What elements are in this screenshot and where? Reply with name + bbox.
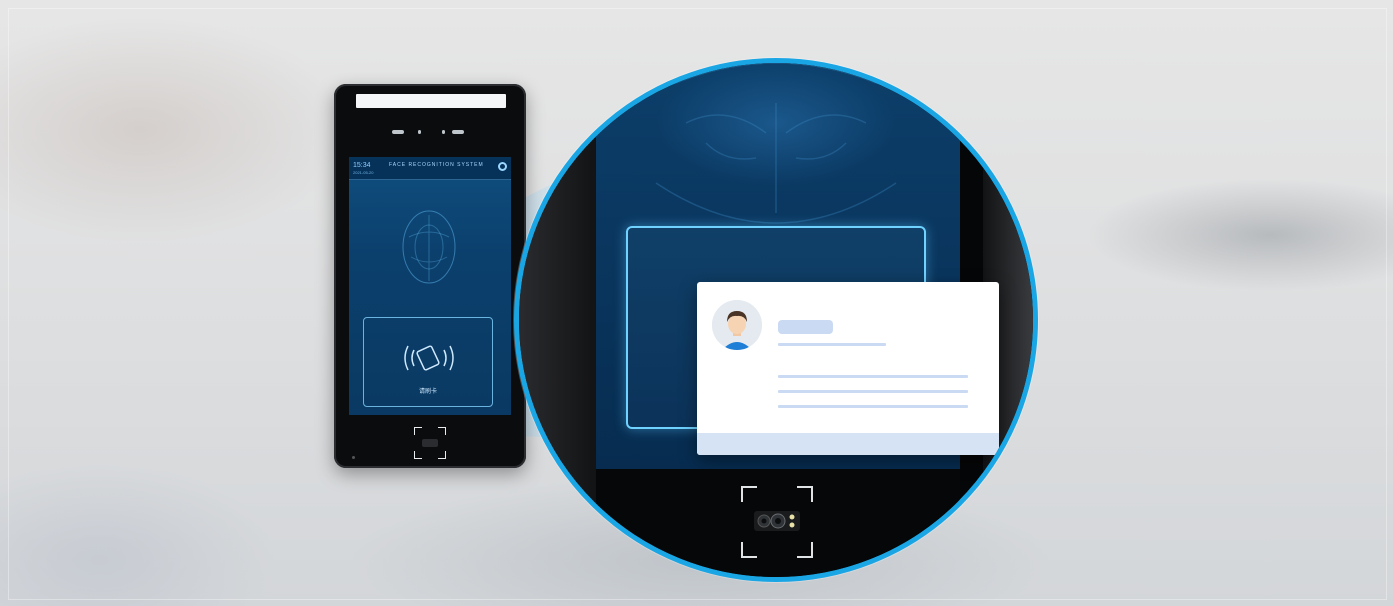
subtitle-placeholder: [778, 343, 886, 346]
card-footer: [697, 433, 999, 455]
clock-time: 15:34: [353, 162, 371, 169]
indicator-dot-icon: [442, 130, 445, 134]
terminal-screen: 15:34 2021-05-20 FACE RECOGNITION SYSTEM…: [349, 157, 511, 415]
info-line-placeholder: [778, 375, 968, 378]
user-avatar-icon: [712, 300, 762, 350]
indicator-dot-icon: [418, 130, 421, 134]
zoom-magnifier: [514, 58, 1038, 582]
lens-module: [754, 511, 800, 531]
id-card: [697, 282, 999, 455]
name-placeholder: [778, 320, 833, 334]
info-line-placeholder: [778, 405, 968, 408]
info-line-placeholder: [778, 390, 968, 393]
card-prompt: 请刷卡: [418, 389, 437, 395]
ir-sensor-icon: [392, 130, 404, 134]
status-led: [352, 456, 355, 459]
card-swipe-zone[interactable]: 请刷卡: [363, 317, 493, 407]
camera-icon: [414, 427, 446, 459]
face-wireframe-icon: [402, 210, 456, 284]
screen-title: FACE RECOGNITION SYSTEM: [389, 162, 484, 168]
gear-icon[interactable]: [498, 162, 507, 171]
face-recognition-terminal: 15:34 2021-05-20 FACE RECOGNITION SYSTEM…: [334, 84, 526, 468]
card-swipe-icon: [404, 345, 454, 371]
top-light-strip: [356, 94, 506, 108]
ir-sensor-icon: [452, 130, 464, 134]
screen-header: 15:34 2021-05-20 FACE RECOGNITION SYSTEM: [349, 157, 511, 180]
clock-date: 2021-05-20: [353, 170, 374, 175]
zoom-bezel-left: [519, 63, 596, 577]
sensor-row: [334, 130, 526, 136]
dual-camera-icon: [741, 486, 813, 558]
